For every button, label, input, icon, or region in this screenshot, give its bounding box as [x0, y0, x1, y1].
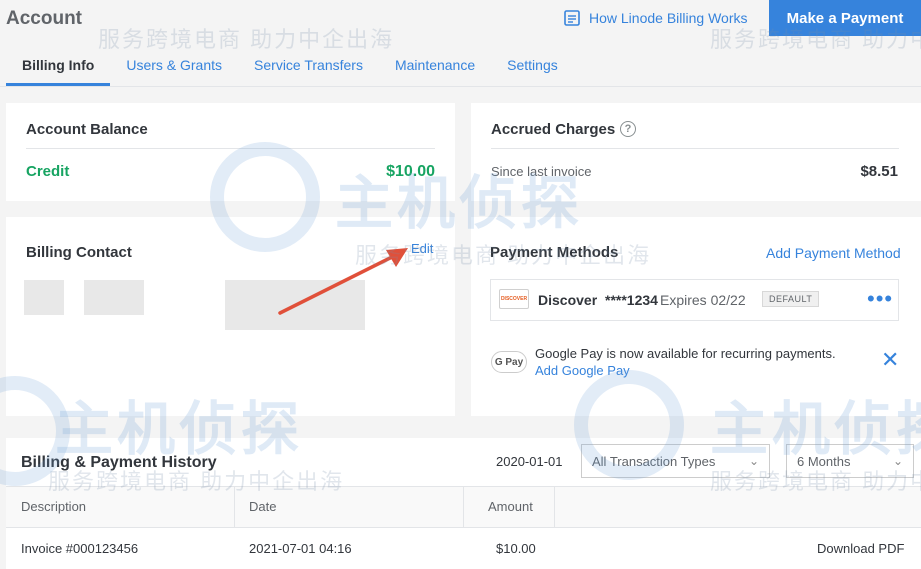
- account-balance-card: [6, 103, 455, 201]
- google-pay-icon: G Pay: [491, 351, 527, 373]
- page-title: Account: [6, 8, 82, 29]
- tab-maintenance[interactable]: Maintenance: [379, 48, 491, 86]
- add-google-pay-link[interactable]: Add Google Pay: [535, 363, 630, 378]
- payment-method-row: DISCOVER Discover ****1234 Expires 02/22…: [490, 279, 899, 321]
- accrued-charges-title: Accrued Charges: [491, 121, 616, 138]
- tab-service-transfers[interactable]: Service Transfers: [238, 48, 379, 86]
- account-balance-title: Account Balance: [26, 121, 148, 138]
- credit-label: Credit: [26, 163, 70, 180]
- more-actions-icon[interactable]: •••: [867, 286, 893, 312]
- column-separator: [463, 487, 464, 528]
- invoice-date: 2021-07-01 04:16: [249, 541, 352, 556]
- docs-link[interactable]: How Linode Billing Works: [563, 9, 747, 27]
- annotation-arrow: [278, 248, 408, 315]
- card-brand: Discover: [538, 292, 598, 308]
- billing-contact-title: Billing Contact: [26, 244, 132, 261]
- chevron-down-icon: ⌄: [892, 454, 903, 468]
- column-separator: [234, 487, 235, 528]
- redacted-contact-info: [24, 280, 64, 315]
- time-range-select[interactable]: 6 Months ⌄: [786, 444, 914, 478]
- column-header-amount[interactable]: Amount: [488, 499, 533, 514]
- time-range-value: 6 Months: [797, 454, 851, 469]
- column-header-description[interactable]: Description: [21, 499, 86, 514]
- column-separator: [554, 487, 555, 528]
- transaction-type-value: All Transaction Types: [592, 454, 716, 469]
- chevron-down-icon: ⌄: [748, 454, 759, 468]
- accrued-amount: $8.51: [860, 163, 898, 180]
- card-expiry: Expires 02/22: [660, 292, 746, 308]
- close-icon[interactable]: ✕: [881, 349, 899, 371]
- credit-amount: $10.00: [386, 163, 435, 180]
- date-filter: 2020-01-01: [496, 454, 563, 469]
- accrued-charges-divider: [491, 148, 899, 149]
- add-payment-method-link[interactable]: Add Payment Method: [766, 245, 901, 261]
- tab-divider: [0, 86, 921, 87]
- make-payment-button[interactable]: Make a Payment: [769, 0, 921, 36]
- card-number: ****1234: [605, 292, 658, 308]
- transaction-type-select[interactable]: All Transaction Types ⌄: [581, 444, 770, 478]
- google-pay-notice: Google Pay is now available for recurrin…: [535, 346, 836, 361]
- accrued-charges-card: [471, 103, 921, 201]
- since-last-invoice-label: Since last invoice: [491, 164, 592, 179]
- invoice-link[interactable]: Invoice #000123456: [21, 541, 138, 556]
- tab-bar: Billing Info Users & Grants Service Tran…: [6, 48, 574, 86]
- tab-settings[interactable]: Settings: [491, 48, 574, 86]
- tab-billing-info[interactable]: Billing Info: [6, 48, 111, 86]
- download-pdf-link[interactable]: Download PDF: [817, 541, 904, 556]
- column-header-date[interactable]: Date: [249, 499, 276, 514]
- billing-history-title: Billing & Payment History: [21, 454, 217, 471]
- discover-card-icon: DISCOVER: [499, 289, 529, 309]
- docs-link-label[interactable]: How Linode Billing Works: [589, 10, 747, 26]
- page-header: Account How Linode Billing Works Make a …: [0, 0, 921, 88]
- document-icon: [564, 10, 580, 26]
- tab-users-grants[interactable]: Users & Grants: [110, 48, 238, 86]
- default-badge: DEFAULT: [762, 291, 820, 307]
- invoice-amount: $10.00: [496, 541, 536, 556]
- redacted-contact-info: [84, 280, 144, 315]
- account-balance-divider: [26, 148, 435, 149]
- table-header: Description Date Amount: [6, 486, 921, 528]
- payment-methods-title: Payment Methods: [490, 244, 619, 261]
- help-icon[interactable]: ?: [620, 121, 636, 137]
